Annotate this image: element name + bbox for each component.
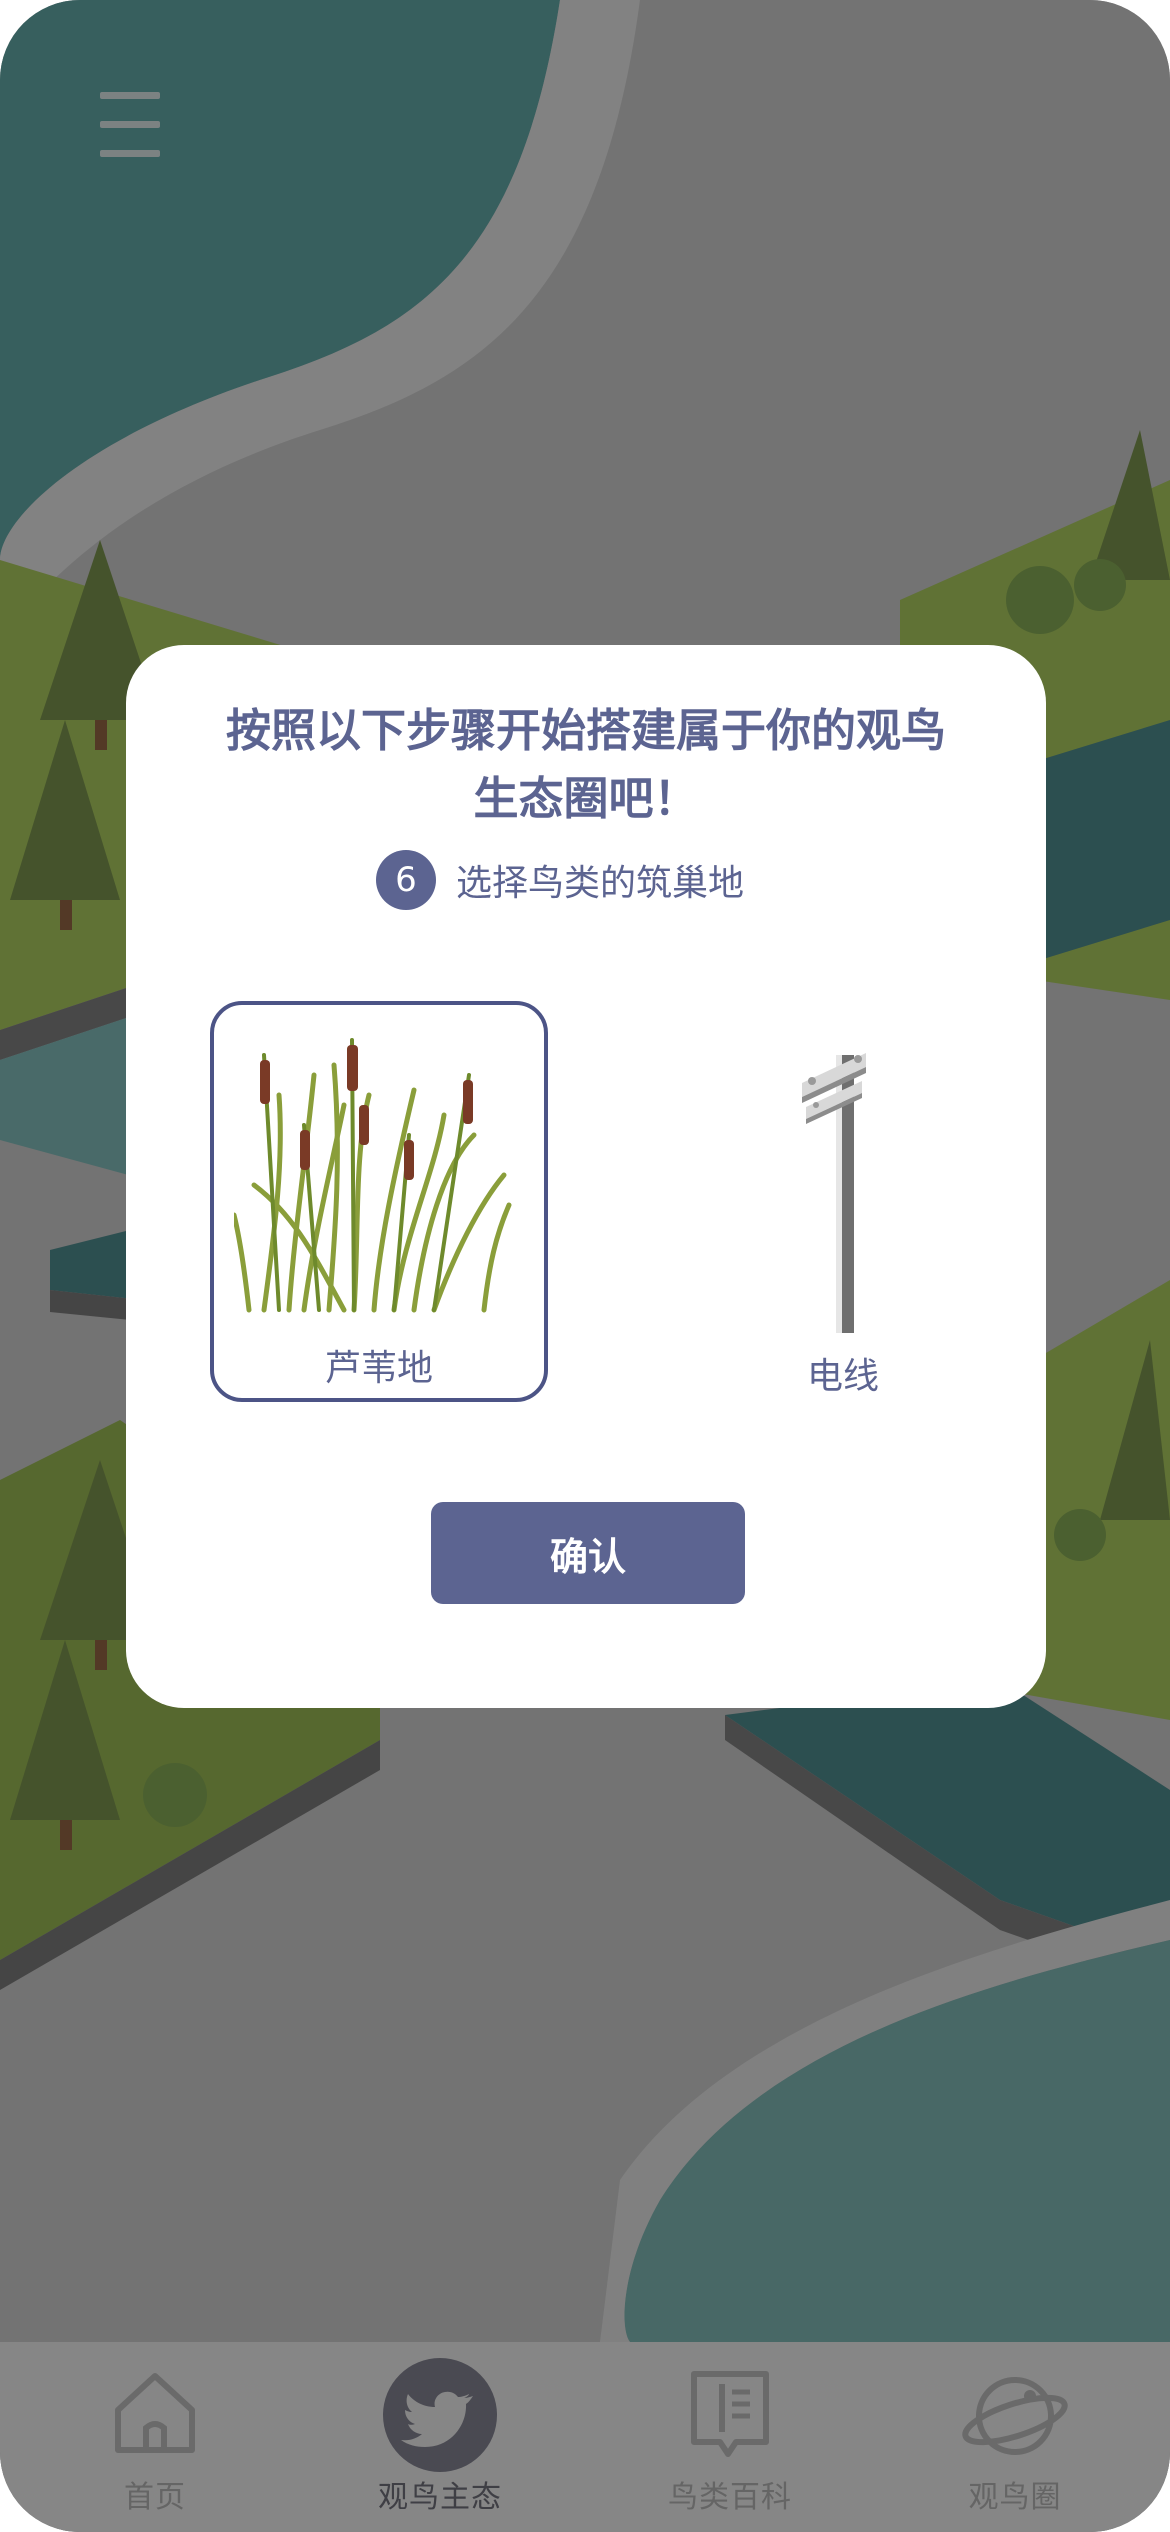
option-label: 芦苇地 [324, 1348, 433, 1389]
planet-icon [962, 2377, 1068, 2455]
dialog-title: 按照以下步骤开始搭建属于你的观鸟生态圈吧！ [225, 704, 946, 825]
utility-pole-illustration [802, 1053, 866, 1333]
option-label: 电线 [806, 1356, 879, 1397]
home-icon [115, 2373, 195, 2453]
app-screen: 首页 观鸟主态 鸟类百科 观鸟圈 按照以下步骤开始搭建属于你的观鸟生态圈吧！ 6… [0, 0, 1170, 2532]
reed-illustration [234, 1038, 512, 1313]
tab-home[interactable]: 首页 [55, 2342, 255, 2532]
bird-icon [383, 2358, 497, 2472]
tab-bird-encyclopedia[interactable]: 鸟类百科 [630, 2342, 830, 2532]
step-indicator: 6 选择鸟类的筑巢地 [376, 848, 744, 912]
confirm-button[interactable]: 确认 [431, 1502, 745, 1604]
tab-label: 观鸟主态 [378, 2480, 502, 2515]
tab-label: 鸟类百科 [668, 2480, 792, 2515]
option-power-line[interactable]: 电线 [674, 1001, 1012, 1402]
tab-bird-ecology[interactable]: 观鸟主态 [340, 2342, 540, 2532]
option-reed-field[interactable]: 芦苇地 [210, 1001, 548, 1402]
book-icon [691, 2371, 769, 2457]
setup-dialog: 按照以下步骤开始搭建属于你的观鸟生态圈吧！ 6 选择鸟类的筑巢地 芦苇地 电线 … [126, 645, 1046, 1708]
step-number-badge: 6 [376, 850, 436, 910]
step-instruction: 选择鸟类的筑巢地 [456, 863, 745, 904]
tab-label: 首页 [124, 2480, 186, 2515]
tab-bird-circle[interactable]: 观鸟圈 [915, 2342, 1115, 2532]
tab-label: 观鸟圈 [968, 2480, 1062, 2515]
bottom-tab-bar: 首页 观鸟主态 鸟类百科 观鸟圈 [0, 2342, 1170, 2532]
